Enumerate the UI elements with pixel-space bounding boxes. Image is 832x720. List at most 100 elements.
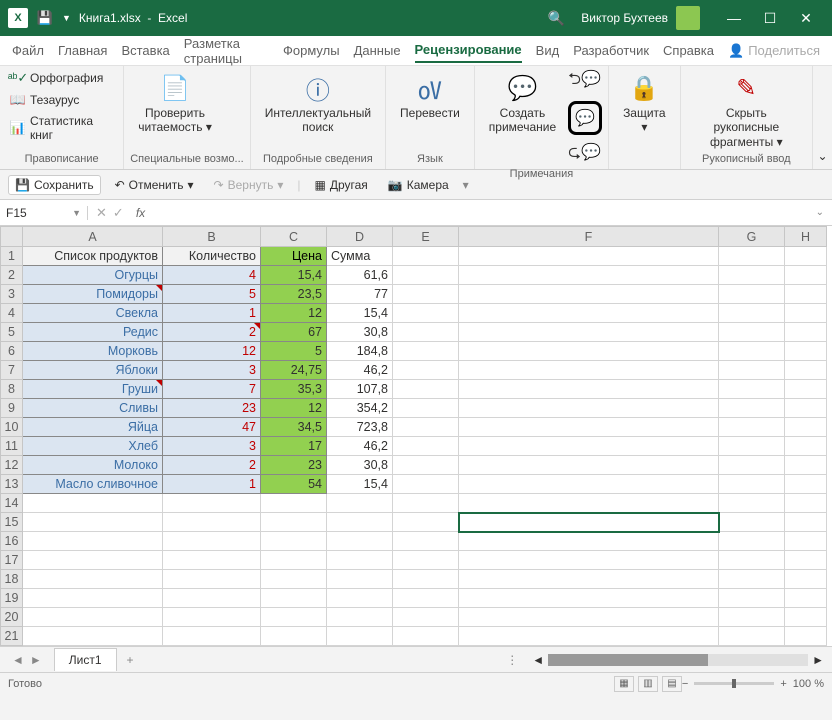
cell[interactable] — [393, 570, 459, 589]
cell[interactable] — [163, 551, 261, 570]
row-header[interactable]: 3 — [1, 285, 23, 304]
cell[interactable] — [261, 551, 327, 570]
cell[interactable]: 15,4 — [261, 266, 327, 285]
qat-other-button[interactable]: ▦Другая — [308, 176, 373, 194]
cell[interactable]: 46,2 — [327, 437, 393, 456]
cell[interactable] — [719, 399, 785, 418]
cell[interactable] — [327, 494, 393, 513]
cell[interactable]: 46,2 — [327, 361, 393, 380]
cell[interactable] — [459, 399, 719, 418]
scroll-left-button[interactable]: ◄ — [532, 653, 544, 667]
cell[interactable]: 17 — [261, 437, 327, 456]
row-header[interactable]: 17 — [1, 551, 23, 570]
cell[interactable] — [393, 437, 459, 456]
cell[interactable] — [785, 589, 827, 608]
qat-save-button[interactable]: 💾Сохранить — [8, 175, 101, 195]
cell[interactable] — [785, 475, 827, 494]
cell[interactable] — [719, 494, 785, 513]
expand-formula-bar[interactable]: ⌄ — [808, 207, 832, 218]
tab-view[interactable]: Вид — [536, 39, 560, 62]
share-button[interactable]: 👤 Поделиться — [728, 43, 820, 59]
cell[interactable] — [719, 456, 785, 475]
cell[interactable] — [785, 380, 827, 399]
tab-file[interactable]: Файл — [12, 39, 44, 62]
cell[interactable] — [459, 437, 719, 456]
accessibility-button[interactable]: 📄 Проверитьчитаемость ▾ — [130, 68, 220, 139]
row-header[interactable]: 6 — [1, 342, 23, 361]
cell[interactable] — [459, 627, 719, 646]
protect-button[interactable]: 🔒 Защита▾ — [615, 68, 674, 139]
cell[interactable] — [719, 532, 785, 551]
cell[interactable] — [23, 513, 163, 532]
cell[interactable] — [459, 589, 719, 608]
cell[interactable] — [393, 323, 459, 342]
selected-cell[interactable] — [459, 513, 719, 532]
cell[interactable] — [393, 380, 459, 399]
cell[interactable] — [719, 418, 785, 437]
cell[interactable] — [785, 418, 827, 437]
cell[interactable]: Яблоки — [23, 361, 163, 380]
cell[interactable] — [459, 608, 719, 627]
cell[interactable] — [719, 247, 785, 266]
cell[interactable] — [163, 627, 261, 646]
qat-camera-button[interactable]: 📷Камера — [382, 176, 455, 194]
cell[interactable] — [261, 608, 327, 627]
cell[interactable]: 2 — [163, 456, 261, 475]
cell[interactable] — [785, 323, 827, 342]
qat-redo-button[interactable]: ↷Вернуть ▾ — [208, 176, 290, 194]
row-header[interactable]: 14 — [1, 494, 23, 513]
cell[interactable]: 12 — [261, 304, 327, 323]
cell[interactable] — [459, 361, 719, 380]
cell[interactable] — [393, 285, 459, 304]
cell[interactable] — [459, 342, 719, 361]
name-box[interactable]: F15▼ — [0, 206, 88, 220]
minimize-button[interactable]: — — [716, 0, 752, 36]
row-header[interactable]: 21 — [1, 627, 23, 646]
prev-comment-button[interactable]: ⮌💬 — [568, 68, 602, 95]
spelling-button[interactable]: ᵃᵇ✓Орфография — [6, 68, 117, 88]
cell[interactable] — [459, 304, 719, 323]
new-comment-button[interactable]: 💬 Создатьпримечание — [481, 68, 564, 139]
worksheet[interactable]: A B C D E F G H 1 Список продуктов Колич… — [0, 226, 832, 646]
cell[interactable] — [719, 551, 785, 570]
cell[interactable]: 34,5 — [261, 418, 327, 437]
cell[interactable]: Свекла — [23, 304, 163, 323]
cell[interactable] — [719, 285, 785, 304]
row-header[interactable]: 19 — [1, 589, 23, 608]
cell[interactable] — [393, 304, 459, 323]
cell[interactable] — [719, 437, 785, 456]
row-header[interactable]: 11 — [1, 437, 23, 456]
h-scrollbar[interactable] — [548, 654, 808, 666]
cell[interactable]: Масло сливочное — [23, 475, 163, 494]
row-header[interactable]: 13 — [1, 475, 23, 494]
cell[interactable] — [261, 627, 327, 646]
view-layout-button[interactable]: ▥ — [638, 676, 658, 692]
cell[interactable] — [327, 608, 393, 627]
cell[interactable]: 23 — [261, 456, 327, 475]
col-header[interactable]: B — [163, 227, 261, 247]
select-all-corner[interactable] — [1, 227, 23, 247]
cell[interactable] — [719, 627, 785, 646]
cell[interactable]: Морковь — [23, 342, 163, 361]
cell[interactable] — [393, 399, 459, 418]
cell[interactable] — [393, 513, 459, 532]
cell[interactable] — [459, 323, 719, 342]
cell[interactable] — [261, 570, 327, 589]
cell[interactable] — [393, 342, 459, 361]
cell[interactable] — [393, 551, 459, 570]
col-header[interactable]: F — [459, 227, 719, 247]
zoom-out-button[interactable]: − — [682, 678, 688, 690]
view-normal-button[interactable]: ▦ — [614, 676, 634, 692]
cell[interactable] — [719, 380, 785, 399]
cell[interactable] — [327, 551, 393, 570]
cell[interactable] — [459, 570, 719, 589]
cell[interactable] — [393, 266, 459, 285]
tab-layout[interactable]: Разметка страницы — [184, 32, 269, 70]
dropdown-icon[interactable]: ▼ — [62, 13, 71, 23]
add-sheet-button[interactable]: + — [117, 653, 144, 667]
cell[interactable] — [23, 608, 163, 627]
user-account[interactable]: Виктор Бухтеев — [581, 6, 700, 30]
cell[interactable] — [719, 570, 785, 589]
smart-lookup-button[interactable]: ⓘ Интеллектуальныйпоиск — [257, 68, 379, 139]
cell[interactable] — [719, 304, 785, 323]
